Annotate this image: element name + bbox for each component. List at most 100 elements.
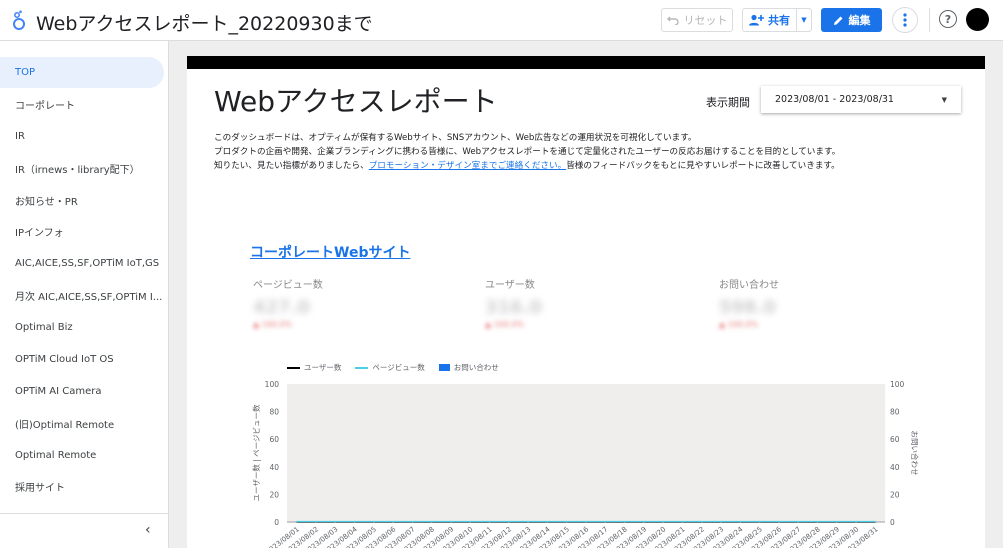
- sidebar-item-ip-info[interactable]: IPインフォ: [0, 216, 164, 247]
- sidebar-item-ai-camera[interactable]: OPTiM AI Camera: [0, 376, 164, 407]
- share-dropdown-icon[interactable]: ▼: [797, 16, 811, 24]
- data-point: [739, 521, 742, 523]
- data-point: [295, 521, 298, 523]
- description-line-3-post: 皆様のフィードバックをもとに見やすいレポートに改善していきます。: [566, 161, 840, 171]
- data-point: [662, 521, 664, 523]
- sidebar-item-monthly-aic[interactable]: 月次 AIC,AICE,SS,SF,OPTiM I...: [0, 280, 164, 311]
- y2-tick-label: 60: [890, 435, 900, 444]
- data-point: [874, 521, 877, 523]
- corporate-website-link[interactable]: コーポレートWebサイト: [250, 242, 410, 262]
- report-canvas: Webアクセスレポート 表示期間 2023/08/01 - 2023/08/31…: [187, 56, 985, 548]
- sidebar-item-news-pr[interactable]: お知らせ・PR: [0, 185, 164, 216]
- data-point: [778, 521, 780, 523]
- kpi-delta: ▲ 100.0%: [253, 320, 293, 329]
- y-tick-label: 100: [265, 380, 280, 389]
- share-button[interactable]: 共有 ▼: [742, 8, 812, 32]
- share-main-button[interactable]: 共有: [743, 9, 797, 31]
- legend-swatch: [355, 366, 369, 369]
- y2-tick-label: 40: [890, 463, 900, 472]
- data-point: [315, 521, 317, 523]
- legend-item-pageviews[interactable]: ページビュー数: [355, 362, 425, 373]
- sidebar-item-ir-news[interactable]: IR（irnews・library配下）: [0, 153, 164, 184]
- sidebar-item-recruit[interactable]: 採用サイト: [0, 471, 164, 502]
- legend-swatch: [287, 366, 300, 369]
- y-tick-label: 40: [269, 463, 279, 472]
- sidebar-item-optimal-remote[interactable]: Optimal Remote: [0, 440, 164, 471]
- kpi-value: 316.0: [485, 297, 542, 318]
- kpi-inquiries: お問い合わせ 598.0 ▲ 100.0%: [719, 276, 869, 329]
- sidebar-item-optimal-biz[interactable]: Optimal Biz: [0, 312, 164, 343]
- legend-label: ユーザー数: [304, 363, 342, 372]
- data-point: [392, 521, 394, 523]
- sidebar-item-cloud-iot-os[interactable]: OPTiM Cloud IoT OS: [0, 344, 164, 375]
- data-point: [527, 521, 529, 523]
- data-point: [508, 521, 510, 523]
- data-point: [623, 521, 626, 523]
- sidebar-item-top[interactable]: TOP: [0, 57, 164, 88]
- description-text: このダッシュボードは、オプティムが保有するWebサイト、SNSアカウント、Web…: [214, 131, 840, 173]
- data-point: [411, 521, 414, 523]
- y2-tick-label: 100: [890, 380, 905, 389]
- kpi-users: ユーザー数 316.0 ▲ 100.0%: [485, 276, 635, 329]
- legend-label: お問い合わせ: [453, 363, 499, 372]
- data-point: [681, 521, 684, 523]
- collapse-sidebar-icon[interactable]: ‹: [145, 522, 151, 538]
- sidebar-item-old-optimal-remote[interactable]: (旧)Optimal Remote: [0, 408, 164, 439]
- legend-item-users[interactable]: ユーザー数: [287, 362, 341, 373]
- sidebar-divider: [0, 513, 169, 514]
- data-point: [643, 521, 645, 523]
- add-person-icon: [749, 14, 764, 26]
- y2-tick-label: 80: [890, 408, 900, 417]
- date-range-select[interactable]: 2023/08/01 - 2023/08/31 ▼: [761, 86, 961, 113]
- help-icon[interactable]: ?: [939, 10, 957, 28]
- y-tick-label: 20: [269, 490, 279, 499]
- reset-button[interactable]: リセット: [661, 8, 733, 32]
- edit-button[interactable]: 編集: [821, 8, 882, 32]
- reset-label: リセット: [683, 14, 728, 27]
- sidebar-item-ir[interactable]: IR: [0, 121, 164, 152]
- y2-axis-label: お問い合わせ: [910, 431, 920, 476]
- data-point: [334, 521, 337, 523]
- pencil-icon: [833, 16, 842, 25]
- kpi-pageviews: ページビュー数 427.0 ▲ 100.0%: [253, 276, 403, 329]
- data-point: [430, 521, 433, 523]
- data-point: [855, 521, 857, 523]
- description-line-2: プロダクトの企画や開発、企業ブランディングに携わる皆様に、Webアクセスレポート…: [214, 147, 841, 157]
- toolbar-divider: [929, 8, 930, 32]
- data-point: [565, 521, 568, 523]
- period-label: 表示期間: [706, 96, 750, 109]
- data-point: [797, 521, 799, 523]
- top-bar: Webアクセスレポート_20220930まで リセット 共有 ▼ 編集 ?: [0, 0, 1003, 41]
- kpi-label: ユーザー数: [485, 280, 535, 291]
- legend-item-inquiries[interactable]: お問い合わせ: [438, 362, 499, 373]
- y-axis-label: ユーザー数 | ページビュー数: [251, 404, 261, 501]
- y-tick-label: 0: [274, 518, 279, 527]
- data-point: [353, 521, 356, 523]
- legend-label: ページビュー数: [372, 363, 425, 372]
- legend-swatch: [438, 364, 450, 371]
- kpi-delta: ▲ 100.0%: [719, 320, 759, 329]
- sidebar-item-aic[interactable]: AIC,AICE,SS,SF,OPTiM IoT,GS: [0, 248, 164, 279]
- data-point: [585, 521, 587, 523]
- data-point: [720, 521, 722, 523]
- data-point: [604, 521, 607, 523]
- data-point: [469, 521, 472, 523]
- report-title[interactable]: Webアクセスレポート_20220930まで: [36, 9, 373, 36]
- header-bar: [187, 56, 985, 69]
- kpi-value: 427.0: [253, 297, 310, 318]
- plot-area: [287, 384, 885, 522]
- y2-tick-label: 0: [890, 518, 895, 527]
- contact-link[interactable]: プロモーション・デザイン室までご連絡ください。: [369, 161, 567, 171]
- sidebar-item-corporate[interactable]: コーポレート: [0, 89, 164, 120]
- y-tick-label: 60: [269, 435, 279, 444]
- combo-chart: 0 0 20 20 40 40 60 60 80 80 100 100 ユーザー数 | ページビュー数 お…: [251, 380, 920, 548]
- avatar[interactable]: [966, 8, 989, 31]
- data-point: [373, 521, 375, 523]
- more-options-button[interactable]: [892, 7, 918, 33]
- data-point: [758, 521, 761, 523]
- data-point: [700, 521, 703, 523]
- more-vert-icon: [903, 13, 907, 27]
- description-line-1: このダッシュボードは、オプティムが保有するWebサイト、SNSアカウント、Web…: [214, 133, 697, 143]
- looker-studio-logo-icon: [13, 10, 25, 30]
- report-heading: Webアクセスレポート: [214, 85, 498, 118]
